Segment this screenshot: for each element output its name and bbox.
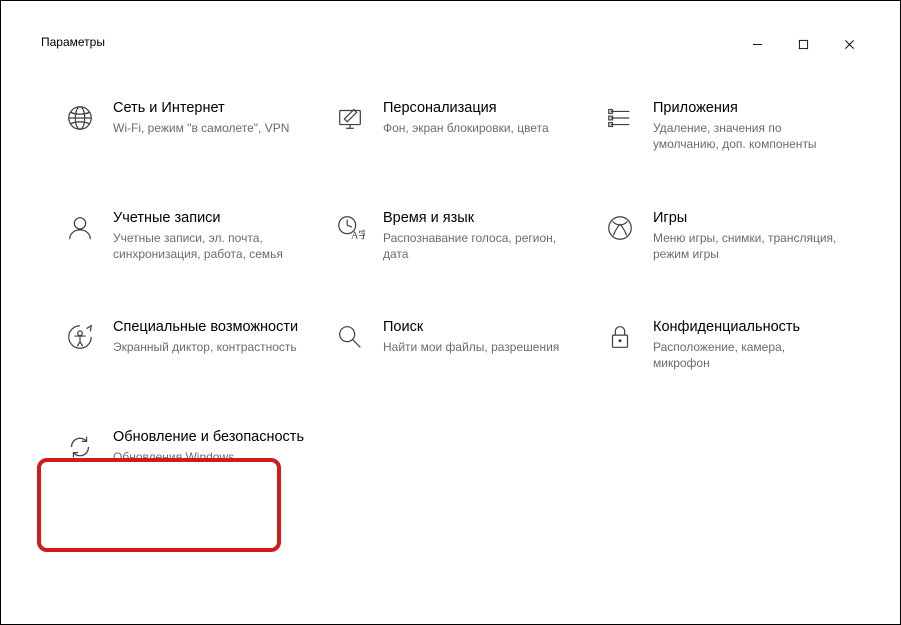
tile-title: Конфиденциальность — [653, 318, 843, 336]
tile-time-language[interactable]: А字 Время и язык Распознавание голоса, ре… — [333, 209, 593, 263]
tile-title: Время и язык — [383, 209, 573, 227]
tile-desc: Учетные записи, эл. почта, синхронизация… — [113, 230, 303, 262]
tile-title: Персонализация — [383, 99, 549, 117]
tile-desc: Распознавание голоса, регион, дата — [383, 230, 573, 262]
settings-window: Параметры Сет — [29, 29, 872, 596]
personalization-icon — [333, 101, 367, 135]
tile-desc: Фон, экран блокировки, цвета — [383, 120, 549, 136]
svg-text:А字: А字 — [351, 228, 365, 241]
window-title: Параметры — [41, 29, 105, 49]
tile-desc: Удаление, значения по умолчанию, доп. ко… — [653, 120, 843, 152]
tile-desc: Wi-Fi, режим "в самолете", VPN — [113, 120, 289, 136]
search-icon — [333, 320, 367, 354]
tile-search[interactable]: Поиск Найти мои файлы, разрешения — [333, 318, 593, 372]
tile-desc: Обновления Windows — [113, 449, 303, 465]
tile-desc: Расположение, камера, микрофон — [653, 339, 843, 371]
tile-accounts[interactable]: Учетные записи Учетные записи, эл. почта… — [63, 209, 323, 263]
time-language-icon: А字 — [333, 211, 367, 245]
tile-desc: Меню игры, снимки, трансляция, режим игр… — [653, 230, 843, 262]
xbox-icon — [603, 211, 637, 245]
tile-update-security[interactable]: Обновление и безопасность Обновления Win… — [63, 428, 323, 465]
window-controls — [734, 29, 872, 59]
settings-grid: Сеть и Интернет Wi-Fi, режим "в самолете… — [63, 99, 862, 465]
maximize-button[interactable] — [780, 29, 826, 59]
tile-desc: Экранный диктор, контрастность — [113, 339, 298, 355]
lock-icon — [603, 320, 637, 354]
settings-content: Сеть и Интернет Wi-Fi, режим "в самолете… — [29, 59, 872, 475]
tile-title: Сеть и Интернет — [113, 99, 289, 117]
tile-title: Поиск — [383, 318, 559, 336]
tile-title: Учетные записи — [113, 209, 303, 227]
tile-title: Приложения — [653, 99, 843, 117]
apps-icon — [603, 101, 637, 135]
globe-icon — [63, 101, 97, 135]
tile-gaming[interactable]: Игры Меню игры, снимки, трансляция, режи… — [603, 209, 863, 263]
tile-personalization[interactable]: Персонализация Фон, экран блокировки, цв… — [333, 99, 593, 153]
screenshot-frame: Параметры Сет — [0, 0, 901, 625]
tile-network[interactable]: Сеть и Интернет Wi-Fi, режим "в самолете… — [63, 99, 323, 153]
tile-title: Обновление и безопасность — [113, 428, 304, 446]
person-icon — [63, 211, 97, 245]
ease-of-access-icon — [63, 320, 97, 354]
update-icon — [63, 430, 97, 464]
tile-apps[interactable]: Приложения Удаление, значения по умолчан… — [603, 99, 863, 153]
tile-privacy[interactable]: Конфиденциальность Расположение, камера,… — [603, 318, 863, 372]
titlebar: Параметры — [29, 29, 872, 59]
tile-title: Специальные возможности — [113, 318, 298, 336]
tile-title: Игры — [653, 209, 843, 227]
minimize-button[interactable] — [734, 29, 780, 59]
close-button[interactable] — [826, 29, 872, 59]
tile-desc: Найти мои файлы, разрешения — [383, 339, 559, 355]
tile-ease-of-access[interactable]: Специальные возможности Экранный диктор,… — [63, 318, 323, 372]
